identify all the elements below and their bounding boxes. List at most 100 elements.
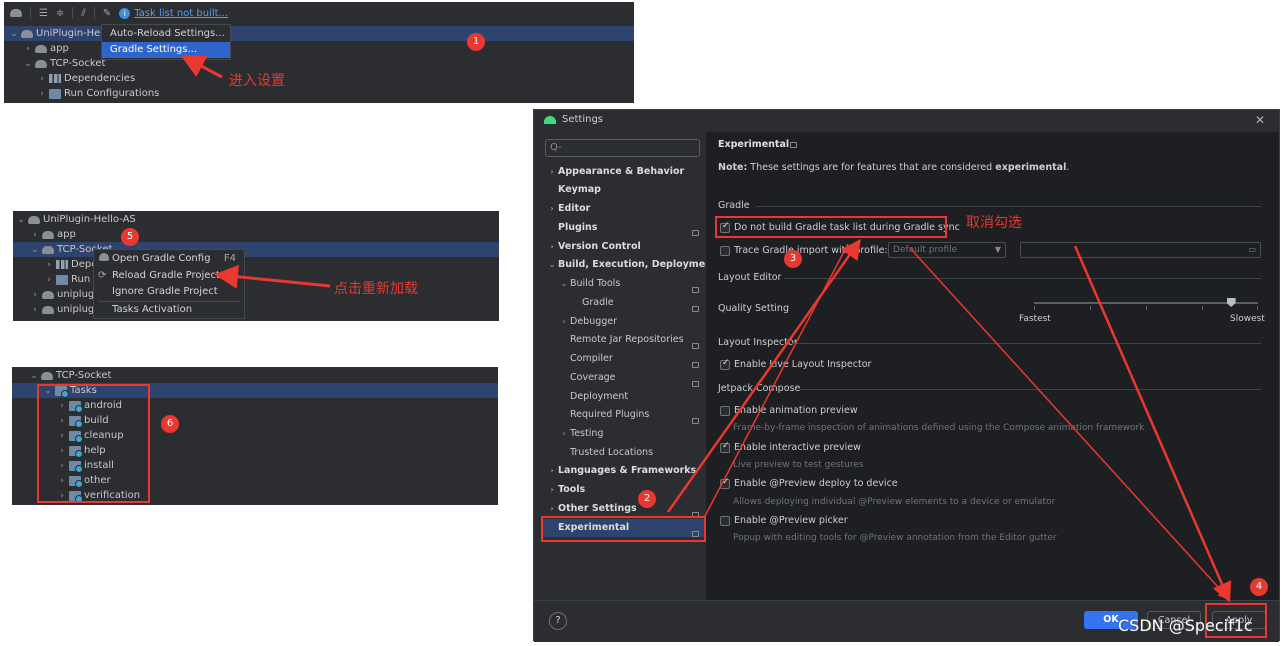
interactive-preview-desc: Live preview to test gestures xyxy=(733,460,864,470)
slider-thumb[interactable] xyxy=(1226,298,1236,307)
menu-item-auto-reload[interactable]: Auto-Reload Settings... xyxy=(102,26,230,42)
elephant-icon[interactable] xyxy=(10,9,22,17)
annotation-enter-settings: 进入设置 xyxy=(229,73,285,89)
nav-testing[interactable]: › Testing xyxy=(558,425,603,443)
interactive-preview-label: Enable interactive preview xyxy=(734,442,861,453)
tree-row-tcp-socket[interactable]: ⌄ TCP-Socket xyxy=(13,242,499,257)
chevron-down-icon[interactable]: ⌄ xyxy=(28,371,40,381)
nav-compiler[interactable]: Compiler xyxy=(570,350,613,368)
tree-row-app[interactable]: › app xyxy=(29,227,76,242)
profile-path-field[interactable]: ▭ xyxy=(1020,242,1261,258)
chevron-right-icon[interactable]: › xyxy=(29,230,41,240)
tree-row-dependencies[interactable]: › Depe xyxy=(43,257,97,272)
nav-keymap[interactable]: Keymap xyxy=(558,181,601,199)
toggle-offline-icon[interactable]: ⫽ xyxy=(81,8,85,19)
preview-deploy-desc: Allows deploying individual @Preview ele… xyxy=(733,497,1056,507)
chevron-down-icon: ⌄ xyxy=(560,279,568,288)
collapse-all-icon[interactable]: ≑ xyxy=(56,8,64,19)
refresh-icon: ⟳ xyxy=(98,270,107,281)
csdn-watermark: CSDN @Specif1c xyxy=(1118,616,1253,635)
chevron-down-icon[interactable]: ⌄ xyxy=(22,59,34,69)
chevron-right-icon[interactable]: › xyxy=(43,260,55,270)
trace-import-checkbox[interactable] xyxy=(720,246,730,256)
menu-item-tasks-activation[interactable]: Tasks Activation xyxy=(94,302,244,318)
chevron-right-icon: › xyxy=(550,242,554,251)
chevron-down-icon[interactable]: ⌄ xyxy=(29,245,41,255)
nav-required-plugins[interactable]: Required Plugins xyxy=(570,406,649,424)
nav-label: Appearance & Behavior xyxy=(558,166,685,177)
project-scope-icon xyxy=(692,418,699,424)
gradle-elephant-icon xyxy=(35,59,47,68)
tree-label: UniPlugin-Hello-AS xyxy=(43,214,136,225)
experimental-note: Note: These settings are for features th… xyxy=(718,162,1069,173)
chevron-right-icon[interactable]: › xyxy=(43,275,55,285)
tree-row-app[interactable]: › app xyxy=(22,41,69,56)
tree-row-root[interactable]: ⌄ UniPlugin-Hello xyxy=(4,26,634,41)
preview-deploy-checkbox[interactable] xyxy=(720,477,730,489)
chevron-down-icon[interactable]: ⌄ xyxy=(8,29,20,39)
nav-plugins[interactable]: Plugins xyxy=(558,219,597,237)
folder-icon[interactable]: ▭ xyxy=(1248,243,1256,257)
nav-remote-jar-repositories[interactable]: Remote Jar Repositories xyxy=(570,331,684,349)
menu-item-open-gradle-config[interactable]: Open Gradle Config F4 xyxy=(94,251,244,267)
note-text: These settings are for features that are… xyxy=(750,162,993,173)
nav-trusted-locations[interactable]: Trusted Locations xyxy=(570,444,653,462)
expand-all-icon[interactable]: ☰ xyxy=(39,8,48,19)
nav-gradle[interactable]: Gradle xyxy=(582,294,614,312)
menu-item-ignore-gradle-project[interactable]: Ignore Gradle Project xyxy=(94,284,244,300)
profile-dropdown[interactable]: Default profile ▼ xyxy=(888,242,1006,258)
page-title: Experimental xyxy=(718,139,790,150)
task-list-link[interactable]: Task list not built... xyxy=(134,8,228,19)
project-scope-icon xyxy=(692,381,699,387)
preview-picker-checkbox[interactable] xyxy=(720,516,730,526)
nav-build-tools[interactable]: ⌄ Build Tools xyxy=(558,275,621,293)
project-scope-icon xyxy=(790,142,797,148)
menu-item-reload-gradle-project[interactable]: ⟳ Reload Gradle Project xyxy=(94,268,244,284)
chevron-right-icon: › xyxy=(550,466,554,475)
close-icon[interactable]: ✕ xyxy=(1255,113,1265,127)
live-inspector-label: Enable Live Layout Inspector xyxy=(734,359,872,370)
tree-row-root[interactable]: ⌄ UniPlugin-Hello-AS xyxy=(15,212,136,227)
tree-row-uniplugin-a[interactable]: › uniplugi xyxy=(29,287,97,302)
nav-label: Required Plugins xyxy=(570,409,650,420)
nav-appearance-behavior[interactable]: › Appearance & Behavior xyxy=(546,163,684,181)
chevron-right-icon[interactable]: › xyxy=(29,290,41,300)
nav-label: Remote Jar Repositories xyxy=(570,334,684,345)
chevron-right-icon[interactable]: › xyxy=(29,305,41,315)
nav-version-control[interactable]: › Version Control xyxy=(546,238,640,256)
gradle-elephant-icon xyxy=(42,230,54,239)
tree-row-run-configurations[interactable]: › Run C xyxy=(43,272,100,287)
help-button[interactable]: ? xyxy=(549,612,567,630)
run-configurations-icon xyxy=(49,88,61,99)
nav-tools[interactable]: › Tools xyxy=(546,481,585,499)
wrench-icon[interactable]: ✎ xyxy=(103,8,111,19)
chevron-right-icon[interactable]: › xyxy=(36,74,48,84)
slider-min-label: Fastest xyxy=(1019,314,1051,324)
tree-row-dependencies[interactable]: › Dependencies xyxy=(36,71,135,86)
chevron-right-icon[interactable]: › xyxy=(36,89,48,99)
interactive-preview-checkbox[interactable] xyxy=(720,441,730,453)
tree-row-tcp-socket[interactable]: ⌄ TCP-Socket xyxy=(28,368,111,383)
animation-preview-checkbox[interactable] xyxy=(720,406,730,416)
nav-editor[interactable]: › Editor xyxy=(546,200,590,218)
slider-tick xyxy=(1034,306,1035,310)
chevron-right-icon[interactable]: › xyxy=(22,44,34,54)
nav-debugger[interactable]: › Debugger xyxy=(558,313,617,331)
chevron-down-icon[interactable]: ⌄ xyxy=(15,215,27,225)
nav-deployment[interactable]: Deployment xyxy=(570,388,628,406)
nav-languages-frameworks[interactable]: › Languages & Frameworks xyxy=(546,462,696,480)
menu-item-gradle-settings[interactable]: Gradle Settings... xyxy=(102,42,230,58)
settings-search-input[interactable]: Q- xyxy=(545,139,700,157)
tree-row-tcp-socket[interactable]: ⌄ TCP-Socket xyxy=(22,56,105,71)
nav-build-execution-deployment[interactable]: ⌄ Build, Execution, Deployment xyxy=(546,256,717,274)
nav-label: Keymap xyxy=(558,184,601,195)
quality-slider[interactable] xyxy=(1034,296,1260,322)
nav-label: Gradle xyxy=(582,297,614,308)
nav-label: Deployment xyxy=(570,391,629,402)
tree-row-uniplugin-b[interactable]: › uniplugi xyxy=(29,302,97,317)
note-end: . xyxy=(1066,162,1070,173)
tree-row-run-configurations[interactable]: › Run Configurations xyxy=(36,86,159,101)
tree-label: uniplugi xyxy=(57,289,98,300)
live-inspector-checkbox[interactable] xyxy=(720,358,730,370)
nav-coverage[interactable]: Coverage xyxy=(570,369,616,387)
